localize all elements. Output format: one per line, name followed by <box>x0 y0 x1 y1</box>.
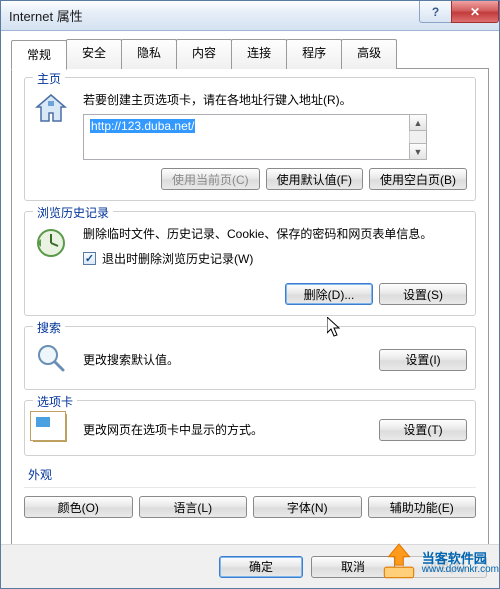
client-area: 常规 安全 隐私 内容 连接 程序 高级 主页 若要创建主页选项卡，请在各地址行… <box>1 31 499 588</box>
fonts-button[interactable]: 字体(N) <box>253 496 362 518</box>
group-history: 浏览历史记录 删除临时文件、历史记录、Cookie、保存的密码和网页表单信息。 … <box>24 211 476 316</box>
search-description: 更改搜索默认值。 <box>83 351 369 368</box>
divider <box>24 487 476 488</box>
tab-strip: 常规 安全 隐私 内容 连接 程序 高级 <box>11 39 489 69</box>
checkbox-label: 退出时删除浏览历史记录(W) <box>102 250 253 267</box>
help-icon: ? <box>432 5 439 19</box>
watermark-line2: www.downkr.com <box>422 565 499 575</box>
group-label-history: 浏览历史记录 <box>33 204 113 221</box>
languages-button[interactable]: 语言(L) <box>139 496 248 518</box>
window-buttons: ? ✕ <box>419 1 499 30</box>
watermark-logo-icon <box>378 542 420 584</box>
group-search: 搜索 更改搜索默认值。 设置(I) <box>24 326 476 390</box>
tab-general[interactable]: 常规 <box>11 40 67 70</box>
scroll-down-icon[interactable]: ▼ <box>409 143 427 160</box>
watermark: 当客软件园 www.downkr.com <box>378 542 499 584</box>
home-icon <box>33 91 73 130</box>
tab-connections[interactable]: 连接 <box>231 39 287 69</box>
window-title: Internet 属性 <box>9 6 419 25</box>
search-icon <box>33 340 73 379</box>
tab-content[interactable]: 内容 <box>176 39 232 69</box>
help-button[interactable]: ? <box>419 1 451 23</box>
ok-button[interactable]: 确定 <box>219 556 303 578</box>
titlebar[interactable]: Internet 属性 ? ✕ <box>1 1 499 31</box>
dialog-window: Internet 属性 ? ✕ 常规 安全 隐私 内容 连接 程序 高级 主页 <box>0 0 500 589</box>
use-current-button[interactable]: 使用当前页(C) <box>161 168 260 190</box>
homepage-url-input[interactable]: http://123.duba.net/ ▲ ▼ <box>83 114 427 160</box>
history-settings-button[interactable]: 设置(S) <box>379 283 467 305</box>
colors-button[interactable]: 颜色(O) <box>24 496 133 518</box>
tabs-icon <box>33 414 73 445</box>
tab-privacy[interactable]: 隐私 <box>121 39 177 69</box>
group-label-homepage: 主页 <box>33 70 65 87</box>
group-label-appearance: 外观 <box>24 466 56 483</box>
use-blank-button[interactable]: 使用空白页(B) <box>369 168 467 190</box>
tab-security[interactable]: 安全 <box>66 39 122 69</box>
close-icon: ✕ <box>470 5 480 19</box>
search-settings-button[interactable]: 设置(I) <box>379 349 467 371</box>
scroll-up-icon[interactable]: ▲ <box>409 114 427 131</box>
watermark-line1: 当客软件园 <box>422 552 499 565</box>
history-description: 删除临时文件、历史记录、Cookie、保存的密码和网页表单信息。 <box>83 225 467 242</box>
homepage-url-text: http://123.duba.net/ <box>90 119 195 133</box>
use-default-button[interactable]: 使用默认值(F) <box>266 168 363 190</box>
close-button[interactable]: ✕ <box>451 1 499 23</box>
group-label-tabs: 选项卡 <box>33 393 77 410</box>
group-homepage: 主页 若要创建主页选项卡，请在各地址行键入地址(R)。 http://123.d… <box>24 77 476 201</box>
tab-programs[interactable]: 程序 <box>286 39 342 69</box>
delete-on-exit-checkbox[interactable]: ✓ 退出时删除浏览历史记录(W) <box>83 250 467 267</box>
tab-advanced[interactable]: 高级 <box>341 39 397 69</box>
group-label-search: 搜索 <box>33 319 65 336</box>
tabs-settings-button[interactable]: 设置(T) <box>379 419 467 441</box>
accessibility-button[interactable]: 辅助功能(E) <box>368 496 477 518</box>
history-icon <box>33 225 73 264</box>
checkbox-icon: ✓ <box>83 252 96 265</box>
tab-panel-general: 主页 若要创建主页选项卡，请在各地址行键入地址(R)。 http://123.d… <box>11 68 489 568</box>
homepage-instruction: 若要创建主页选项卡，请在各地址行键入地址(R)。 <box>83 91 467 108</box>
url-scrollbar[interactable]: ▲ ▼ <box>409 115 426 159</box>
group-tabs: 选项卡 更改网页在选项卡中显示的方式。 设置(T) <box>24 400 476 456</box>
delete-button[interactable]: 删除(D)... <box>285 283 373 305</box>
tabs-description: 更改网页在选项卡中显示的方式。 <box>83 421 369 438</box>
group-appearance: 外观 颜色(O) 语言(L) 字体(N) 辅助功能(E) <box>24 466 476 518</box>
